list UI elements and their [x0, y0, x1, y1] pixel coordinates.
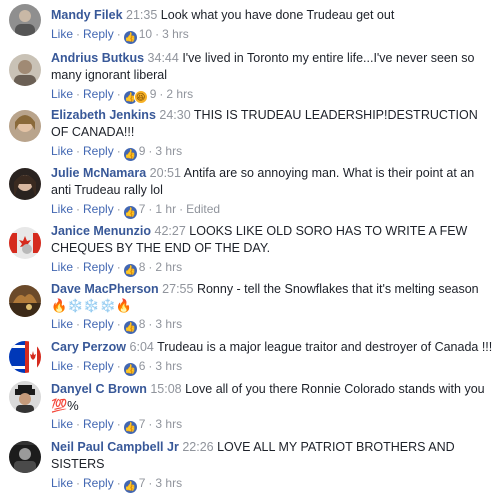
timestamp[interactable]: 15:08 — [150, 382, 181, 396]
like-link[interactable]: Like — [51, 202, 73, 216]
commenter-name[interactable]: Julie McNamara — [51, 166, 146, 180]
timestamp[interactable]: 24:30 — [159, 108, 190, 122]
comment-text: Ronny - tell the Snowflakes that it's me… — [196, 282, 479, 296]
like-reaction-icon[interactable]: 👍 — [123, 206, 137, 219]
comment-text: Love all of you there Ronnie Colorado st… — [185, 382, 485, 396]
comment-age[interactable]: 1 hr — [155, 202, 176, 216]
timestamp[interactable]: 20:51 — [150, 166, 181, 180]
emoji-line: 🔥❄️❄️❄️🔥 — [51, 298, 132, 313]
like-link[interactable]: Like — [51, 317, 73, 331]
commenter-name[interactable]: Neil Paul Campbell Jr — [51, 440, 179, 454]
commenter-name[interactable]: Danyel C Brown — [51, 382, 147, 396]
comment-age[interactable]: 2 hrs — [155, 260, 182, 274]
comment-age[interactable]: 3 hrs — [155, 317, 182, 331]
reply-link[interactable]: Reply — [83, 202, 114, 216]
reply-link[interactable]: Reply — [83, 359, 114, 373]
comment-age[interactable]: 3 hrs — [155, 144, 182, 158]
like-link[interactable]: Like — [51, 417, 73, 431]
like-reaction-icon[interactable]: 👍 — [123, 31, 137, 44]
like-link[interactable]: Like — [51, 359, 73, 373]
timestamp[interactable]: 27:55 — [162, 282, 193, 296]
commenter-name[interactable]: Cary Perzow — [51, 340, 126, 354]
emoji-line: 💯% — [51, 398, 79, 413]
comment-text: Trudeau is a major league traitor and de… — [157, 340, 493, 354]
commenter-name[interactable]: Janice Menunzio — [51, 224, 151, 238]
timestamp[interactable]: 42:27 — [155, 224, 186, 238]
like-link[interactable]: Like — [51, 476, 73, 490]
like-reaction-icon[interactable]: 👍 — [123, 264, 137, 277]
comment-age[interactable]: 3 hrs — [155, 476, 182, 490]
commenter-name[interactable]: Mandy Filek — [51, 8, 123, 22]
comment-feed: Mandy Filek 21:35 Look what you have don… — [0, 0, 502, 493]
avatar[interactable] — [9, 54, 41, 86]
like-reaction-icon[interactable]: 👍 — [123, 148, 137, 161]
timestamp[interactable]: 22:26 — [182, 440, 213, 454]
commenter-name[interactable]: Andrius Butkus — [51, 51, 144, 65]
like-link[interactable]: Like — [51, 144, 73, 158]
reaction-count[interactable]: 10 — [139, 27, 152, 41]
like-link[interactable]: Like — [51, 87, 73, 101]
avatar[interactable] — [9, 285, 41, 317]
reply-link[interactable]: Reply — [83, 317, 114, 331]
timestamp[interactable]: 6:04 — [130, 340, 154, 354]
comment-text: Look what you have done Trudeau get out — [160, 8, 395, 22]
avatar[interactable] — [9, 341, 41, 373]
avatar[interactable] — [9, 227, 41, 259]
avatar[interactable] — [9, 381, 41, 413]
comment-age[interactable]: 3 hrs — [155, 359, 182, 373]
avatar[interactable] — [9, 441, 41, 473]
like-link[interactable]: Like — [51, 260, 73, 274]
commenter-name[interactable]: Elizabeth Jenkins — [51, 108, 156, 122]
avatar[interactable] — [9, 4, 41, 36]
like-reaction-icon[interactable]: 👍 — [123, 321, 137, 334]
reply-link[interactable]: Reply — [83, 144, 114, 158]
reply-link[interactable]: Reply — [83, 87, 114, 101]
timestamp[interactable]: 21:35 — [126, 8, 157, 22]
commenter-name[interactable]: Dave MacPherson — [51, 282, 159, 296]
reply-link[interactable]: Reply — [83, 417, 114, 431]
like-reaction-icon[interactable]: 👍 — [123, 363, 137, 376]
edited-label[interactable]: Edited — [186, 202, 220, 216]
avatar[interactable] — [9, 168, 41, 200]
avatar[interactable] — [9, 110, 41, 142]
like-reaction-icon[interactable]: 👍 — [123, 421, 137, 434]
like-reaction-icon[interactable]: 👍 — [123, 480, 137, 493]
reply-link[interactable]: Reply — [83, 260, 114, 274]
comment-age[interactable]: 3 hrs — [162, 27, 189, 41]
reply-link[interactable]: Reply — [83, 27, 114, 41]
like-link[interactable]: Like — [51, 27, 73, 41]
comment-age[interactable]: 2 hrs — [166, 87, 193, 101]
haha-reaction-icon[interactable]: 😆 — [133, 90, 148, 104]
comment-age[interactable]: 3 hrs — [155, 417, 182, 431]
reply-link[interactable]: Reply — [83, 476, 114, 490]
timestamp[interactable]: 34:44 — [148, 51, 179, 65]
